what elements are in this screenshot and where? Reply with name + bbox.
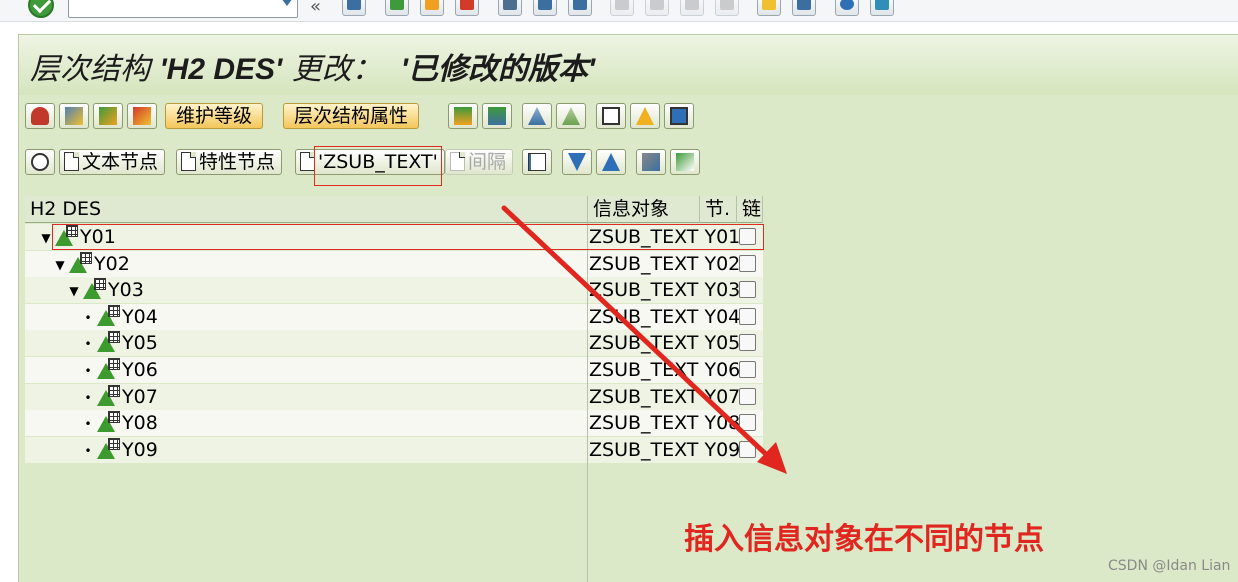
watermark: CSDN @Idan Lian — [1108, 558, 1231, 574]
arrow-line — [501, 205, 773, 461]
annotation-arrow — [501, 205, 787, 474]
annotation-text: 插入信息对象在不同的节点 — [684, 522, 1044, 557]
